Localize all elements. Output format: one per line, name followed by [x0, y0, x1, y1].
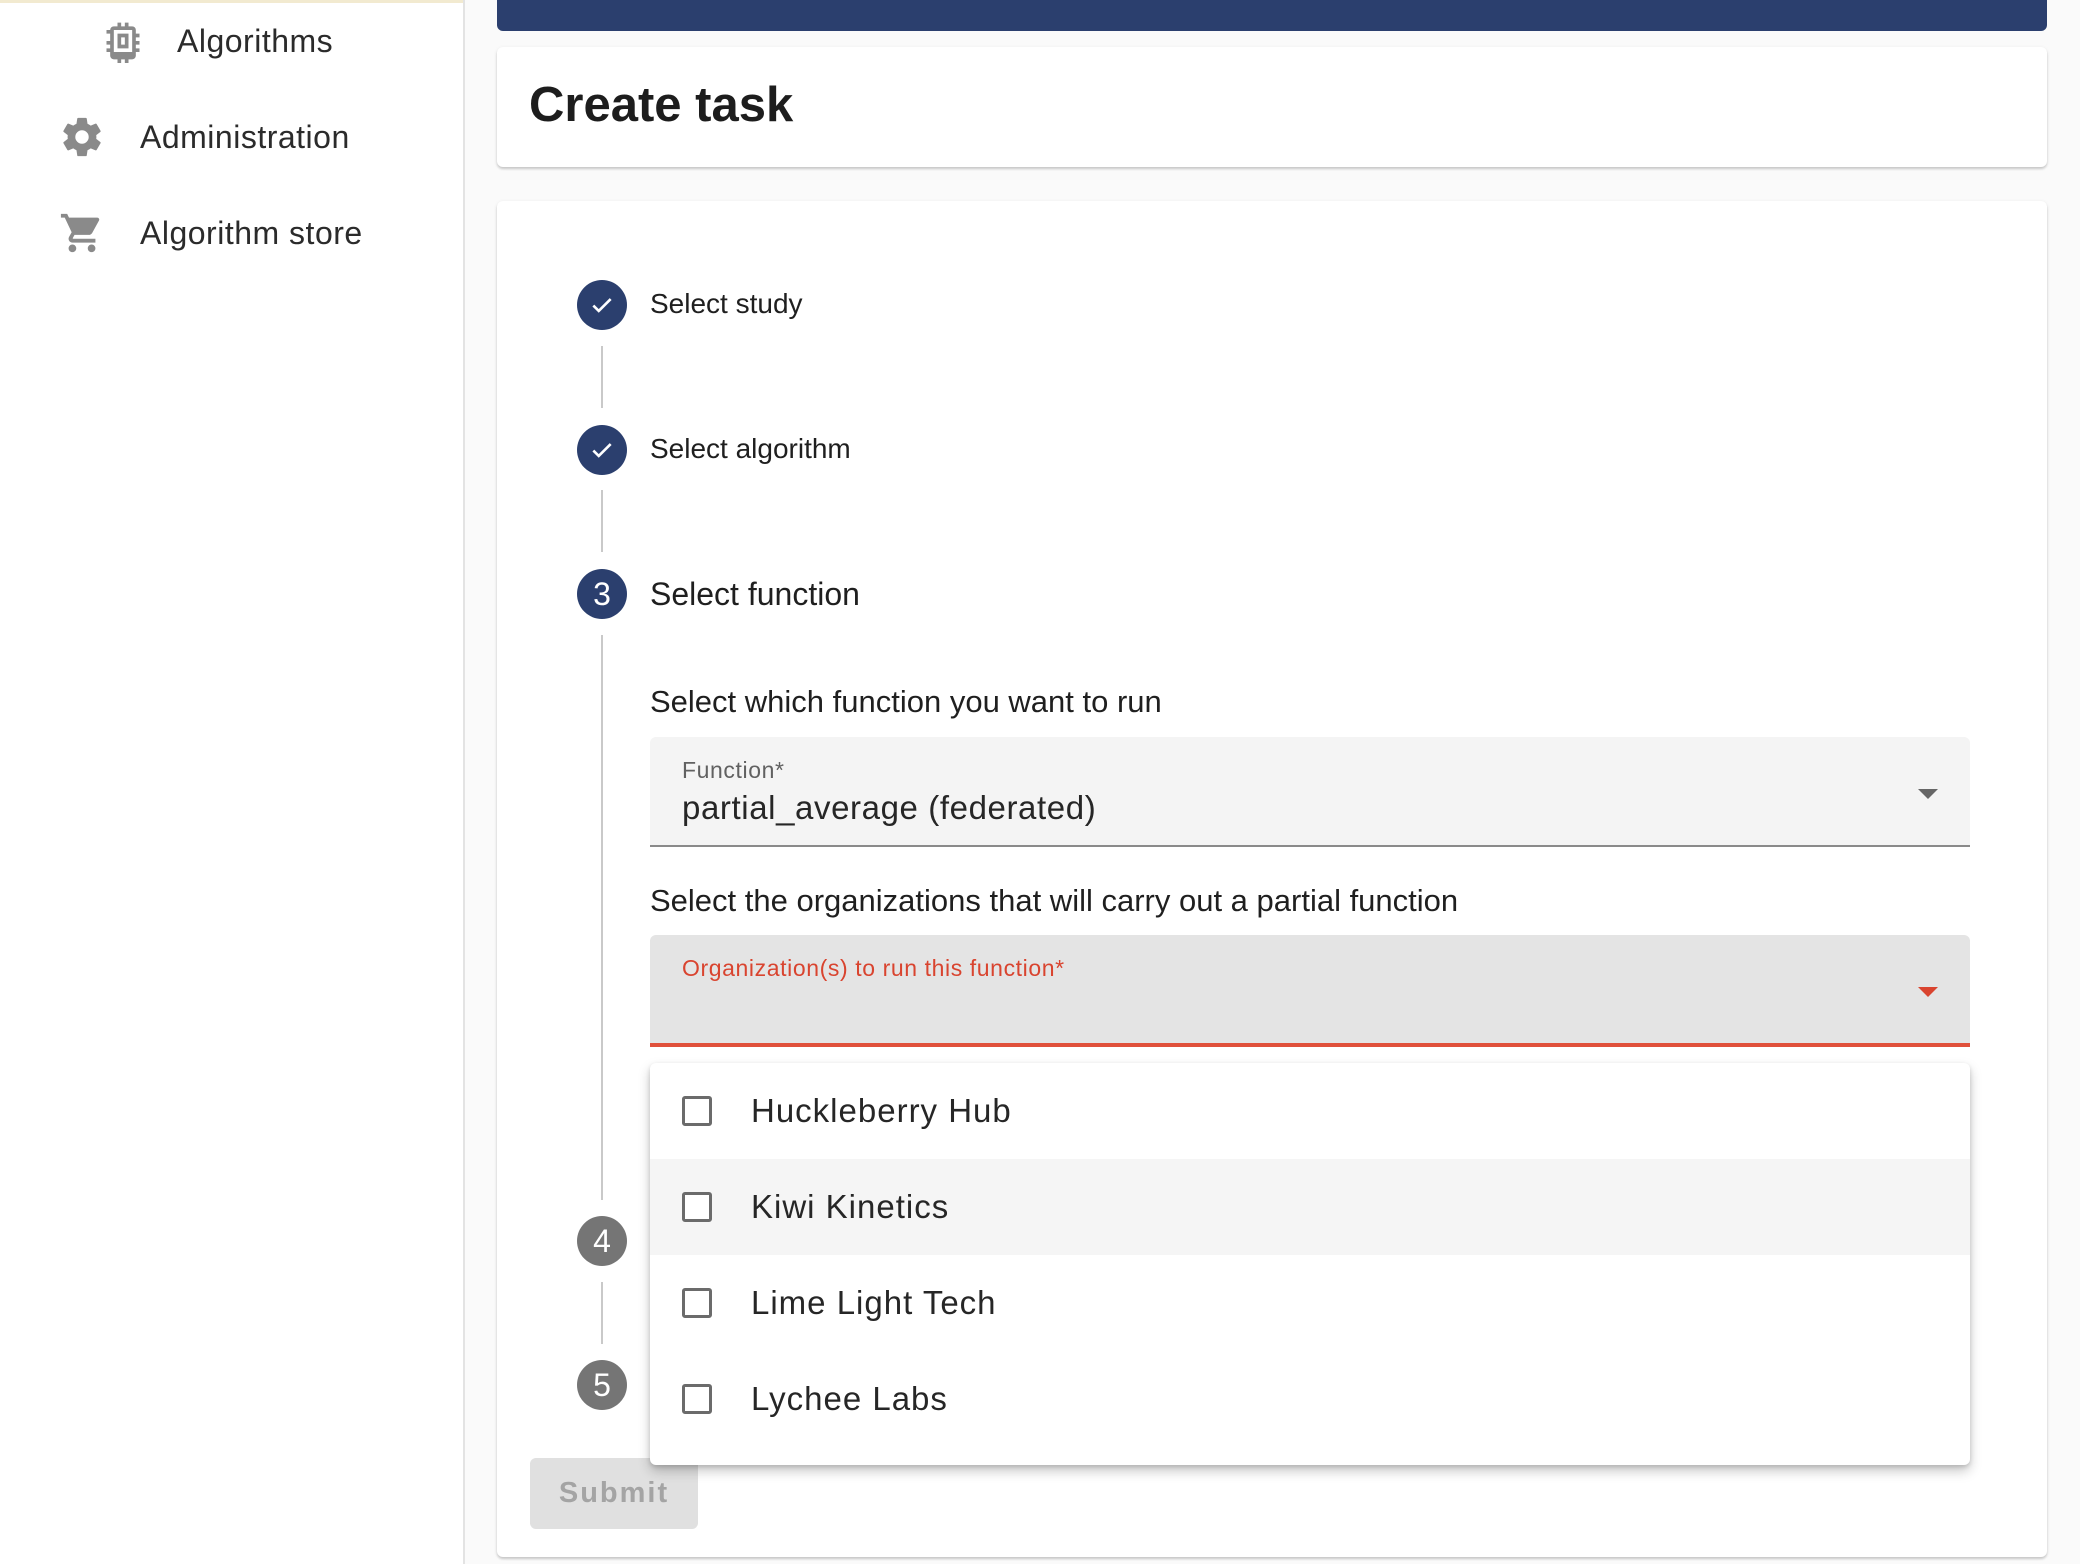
step-3-indicator: 3 [577, 569, 627, 619]
option-huckleberry-hub[interactable]: Huckleberry Hub [650, 1063, 1970, 1159]
organizations-dropdown-menu: Huckleberry Hub Kiwi Kinetics Lime Light… [650, 1063, 1970, 1465]
sidebar-top-divider [0, 0, 463, 3]
option-label: Lime Light Tech [751, 1284, 997, 1321]
sidebar-item-algorithm-store[interactable]: Algorithm store [58, 209, 363, 257]
dropdown-arrow-icon [1918, 789, 1938, 799]
step-connector [601, 1282, 603, 1344]
step-2-completed-indicator [577, 425, 627, 475]
checkbox[interactable] [682, 1192, 712, 1222]
checkmark-icon [592, 298, 612, 313]
page-title-card: Create task [497, 47, 2047, 167]
option-label: Huckleberry Hub [751, 1092, 1012, 1129]
submit-button[interactable]: Submit [530, 1458, 698, 1529]
step-5-indicator: 5 [577, 1360, 627, 1410]
checkbox[interactable] [682, 1288, 712, 1318]
organizations-select[interactable]: Organization(s) to run this function* [650, 935, 1970, 1047]
step-3-label[interactable]: Select function [650, 576, 860, 613]
sidebar-item-label: Algorithm store [140, 214, 363, 251]
app-header-bar [497, 0, 2047, 31]
option-kiwi-kinetics[interactable]: Kiwi Kinetics [650, 1159, 1970, 1255]
function-select-value: partial_average (federated) [682, 789, 1097, 826]
function-select[interactable]: Function* partial_average (federated) [650, 737, 1970, 847]
option-label: Lychee Labs [751, 1380, 948, 1417]
sidebar-item-algorithms[interactable]: Algorithms [99, 17, 333, 65]
chip-icon [99, 17, 147, 65]
option-label: Kiwi Kinetics [751, 1188, 950, 1225]
sidebar-item-label: Algorithms [177, 22, 334, 59]
organizations-select-label: Organization(s) to run this function* [682, 955, 1065, 981]
option-lychee-labs[interactable]: Lychee Labs [650, 1351, 1970, 1447]
function-select-label: Function* [682, 757, 785, 783]
step-connector [601, 346, 603, 408]
sidebar-item-administration[interactable]: Administration [58, 113, 350, 161]
option-lime-light-tech[interactable]: Lime Light Tech [650, 1255, 1970, 1351]
dropdown-arrow-icon [1918, 987, 1938, 997]
checkbox[interactable] [682, 1096, 712, 1126]
checkmark-icon [592, 443, 612, 458]
gear-icon [58, 113, 106, 161]
sidebar: Algorithms Administration Algorithm stor… [0, 0, 465, 1564]
step-connector [601, 490, 603, 552]
function-prompt: Select which function you want to run [650, 684, 1162, 719]
step-1-completed-indicator [577, 280, 627, 330]
page-title: Create task [529, 78, 794, 132]
step-4-indicator: 4 [577, 1216, 627, 1266]
cart-icon [58, 209, 106, 257]
organizations-prompt: Select the organizations that will carry… [650, 883, 1459, 918]
checkbox[interactable] [682, 1384, 712, 1414]
step-1-label[interactable]: Select study [650, 288, 803, 320]
step-2-label[interactable]: Select algorithm [650, 433, 851, 465]
sidebar-item-label: Administration [140, 118, 350, 155]
step-connector [601, 635, 603, 1200]
